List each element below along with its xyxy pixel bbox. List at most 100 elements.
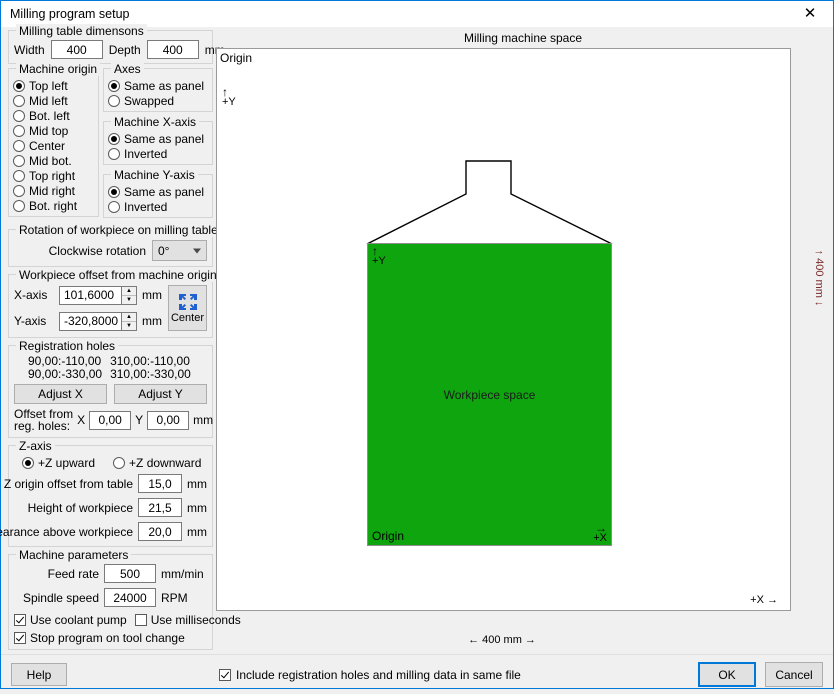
radio-icon <box>13 125 25 137</box>
group-machine-parameters: Machine parameters Feed rate mm/min Spin… <box>8 554 213 650</box>
radio-origin-top-left[interactable]: Top left <box>13 78 94 93</box>
offset-y-stepper[interactable]: ▲▼ <box>59 312 137 331</box>
offset-x-input[interactable] <box>59 286 121 305</box>
radio-axes-swapped[interactable]: Swapped <box>108 93 208 108</box>
radio-origin-top-right[interactable]: Top right <box>13 168 94 183</box>
checkbox-coolant-pump[interactable]: Use coolant pump <box>14 612 127 627</box>
adjust-x-button[interactable]: Adjust X <box>14 384 107 404</box>
radio-origin-mid-left[interactable]: Mid left <box>13 93 94 108</box>
spin-down-icon[interactable]: ▼ <box>122 296 136 304</box>
radio-z-upward[interactable]: +Z upward <box>22 455 95 470</box>
machine-space-width-dimension: ← 400 mm → <box>213 634 791 646</box>
spindle-speed-unit: RPM <box>161 591 207 605</box>
radio-origin-center[interactable]: Center <box>13 138 94 153</box>
radio-icon <box>108 186 120 198</box>
ok-button[interactable]: OK <box>698 662 756 687</box>
z-origin-offset-label: Z origin offset from table <box>4 477 133 491</box>
width-input[interactable] <box>51 40 103 59</box>
reg-offset-x-label: X <box>77 413 85 427</box>
adjust-y-button[interactable]: Adjust Y <box>114 384 207 404</box>
checkbox-icon <box>14 614 26 626</box>
help-button-label: Help <box>27 668 52 682</box>
rotation-select[interactable]: 0° <box>152 240 207 261</box>
radio-z-downward[interactable]: +Z downward <box>113 455 201 470</box>
radio-label: +Z downward <box>129 456 201 470</box>
checkbox-icon <box>135 614 147 626</box>
radio-icon <box>13 95 25 107</box>
z-height-input[interactable] <box>138 498 182 517</box>
machine-space-height-dimension: ↑ 400 mm ↓ <box>813 249 825 306</box>
group-z-axis: Z-axis +Z upward +Z downward Z origin of… <box>8 445 213 547</box>
spin-up-icon[interactable]: ▲ <box>122 313 136 322</box>
z-origin-offset-input[interactable] <box>138 474 182 493</box>
milling-setup-dialog: Milling program setup ✕ Milling table di… <box>0 0 834 689</box>
group-machine-x-axis-legend: Machine X-axis <box>111 115 199 129</box>
radio-origin-mid-right[interactable]: Mid right <box>13 183 94 198</box>
radio-y-same[interactable]: Same as panel <box>108 184 208 199</box>
spin-up-icon[interactable]: ▲ <box>122 287 136 296</box>
radio-axes-same[interactable]: Same as panel <box>108 78 208 93</box>
offset-x-spin-buttons[interactable]: ▲▼ <box>121 286 137 305</box>
cancel-button[interactable]: Cancel <box>765 662 823 687</box>
radio-x-same[interactable]: Same as panel <box>108 131 208 146</box>
machine-x-axis-marker: +X → <box>750 594 778 606</box>
radio-origin-bot-left[interactable]: Bot. left <box>13 108 94 123</box>
cancel-button-label: Cancel <box>775 668 812 682</box>
spindle-speed-input[interactable] <box>104 588 156 607</box>
machine-space-panel[interactable]: Origin ↑ +Y ↑ +Y Workpiece space Origi <box>216 48 791 611</box>
z-height-label: Height of workpiece <box>28 501 133 515</box>
machine-origin-label: Origin <box>220 51 252 65</box>
radio-label: Bot. right <box>29 199 77 213</box>
radio-label: Same as panel <box>124 79 204 93</box>
offset-y-label: Y-axis <box>14 314 54 328</box>
include-data-option[interactable]: Include registration holes and milling d… <box>219 668 521 682</box>
machine-space-column: Milling machine space Origin ↑ +Y ↑ +Y <box>213 27 833 654</box>
workpiece-y-axis-marker: ↑ +Y <box>372 246 386 266</box>
radio-origin-mid-bot[interactable]: Mid bot. <box>13 153 94 168</box>
radio-icon <box>108 201 120 213</box>
offset-x-stepper[interactable]: ▲▼ <box>59 286 137 305</box>
radio-label: +Z upward <box>38 456 95 470</box>
center-button[interactable]: Center <box>168 285 207 331</box>
close-icon[interactable]: ✕ <box>787 1 833 26</box>
radio-icon <box>22 457 34 469</box>
offset-y-spin-buttons[interactable]: ▲▼ <box>121 312 137 331</box>
radio-y-inverted[interactable]: Inverted <box>108 199 208 214</box>
spindle-speed-label: Spindle speed <box>23 591 99 605</box>
radio-x-inverted[interactable]: Inverted <box>108 146 208 161</box>
center-button-label: Center <box>171 312 204 324</box>
reg-offset-x-input[interactable] <box>89 411 131 430</box>
radio-icon <box>13 170 25 182</box>
z-height-unit: mm <box>187 501 207 515</box>
adjust-y-label: Adjust Y <box>138 387 182 401</box>
reg-offset-unit: mm <box>193 413 213 427</box>
feed-rate-input[interactable] <box>104 564 156 583</box>
offset-x-unit: mm <box>142 288 162 302</box>
group-rotation-legend: Rotation of workpiece on milling table <box>16 223 221 237</box>
rotation-label: Clockwise rotation <box>49 244 146 258</box>
checkbox-label: Stop program on tool change <box>30 631 185 645</box>
group-machine-x-axis: Machine X-axis Same as panel Inverted <box>103 121 213 165</box>
workpiece-space-rect[interactable]: ↑ +Y Workpiece space Origin → +X <box>367 243 612 546</box>
machine-y-axis-label: +Y <box>222 96 236 108</box>
z-clearance-input[interactable] <box>138 522 182 541</box>
offset-y-input[interactable] <box>59 312 121 331</box>
radio-origin-bot-right[interactable]: Bot. right <box>13 198 94 213</box>
radio-label: Same as panel <box>124 132 204 146</box>
radio-icon <box>13 155 25 167</box>
radio-icon <box>13 185 25 197</box>
radio-icon <box>108 80 120 92</box>
group-machine-y-axis-legend: Machine Y-axis <box>111 168 198 182</box>
reg-offset-y-input[interactable] <box>147 411 189 430</box>
checkbox-tool-change[interactable]: Stop program on tool change <box>14 630 207 645</box>
offset-y-unit: mm <box>142 314 162 328</box>
radio-origin-mid-top[interactable]: Mid top <box>13 123 94 138</box>
depth-input[interactable] <box>147 40 199 59</box>
radio-label: Mid top <box>29 124 68 138</box>
help-button[interactable]: Help <box>11 663 67 686</box>
spin-down-icon[interactable]: ▼ <box>122 322 136 330</box>
adjust-x-label: Adjust X <box>38 387 83 401</box>
include-data-label: Include registration holes and milling d… <box>236 668 521 682</box>
radio-icon <box>13 200 25 212</box>
checkbox-icon <box>14 632 26 644</box>
